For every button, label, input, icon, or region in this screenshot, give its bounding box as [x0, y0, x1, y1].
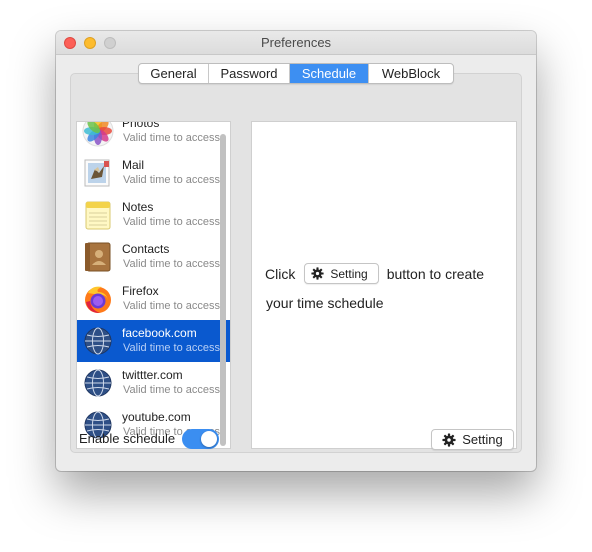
- inline-setting-label: Setting: [330, 266, 368, 281]
- gear-icon: [442, 432, 456, 447]
- contacts-icon: [85, 242, 111, 272]
- globe-icon: [84, 369, 112, 397]
- firefox-icon: [85, 286, 111, 313]
- toggle-knob: [201, 431, 217, 447]
- list-item-name: Contacts: [122, 242, 170, 256]
- list-item-name: Photos: [122, 121, 160, 130]
- gear-icon: [311, 267, 324, 280]
- list-item-subtitle: Valid time to access: [123, 132, 221, 144]
- tab-webblock[interactable]: WebBlock: [369, 64, 453, 83]
- list-item-subtitle: Valid time to access: [123, 258, 221, 270]
- list-item-facebook[interactable]: facebook.com Valid time to access: [77, 320, 230, 362]
- instruction-line: Click Setting button to create: [265, 263, 484, 284]
- list-item-name: Notes: [122, 200, 154, 214]
- globe-icon: [84, 327, 112, 355]
- app-list-content: Photos Valid time to access Mail Valid t…: [77, 121, 230, 446]
- instruction-line-2: your time schedule: [266, 295, 384, 311]
- mail-icon: [84, 159, 110, 187]
- photos-icon: [82, 122, 114, 147]
- enable-schedule-label: Enable schedule: [79, 431, 176, 446]
- schedule-detail-pane: Click Setting button to create your time…: [251, 121, 517, 449]
- tab-general[interactable]: General: [139, 64, 209, 83]
- list-item-name: twittter.com: [122, 368, 183, 382]
- list-item-firefox[interactable]: Firefox Valid time to access: [77, 278, 230, 320]
- preferences-window: Preferences General Password Schedule We…: [56, 31, 536, 471]
- list-item-contacts[interactable]: Contacts Valid time to access: [77, 236, 230, 278]
- list-item-subtitle: Valid time to access: [123, 384, 221, 396]
- tab-bar: General Password Schedule WebBlock: [138, 63, 454, 84]
- instruction-suffix: button to create: [386, 265, 484, 282]
- list-item-name: youtube.com: [122, 410, 191, 424]
- notes-icon: [85, 201, 111, 230]
- instruction-prefix: Click: [265, 265, 296, 282]
- enable-schedule-toggle[interactable]: [182, 429, 219, 449]
- inline-setting-button: Setting: [304, 263, 379, 284]
- app-list: Photos Valid time to access Mail Valid t…: [76, 121, 231, 449]
- list-item-photos[interactable]: Photos Valid time to access: [77, 121, 230, 152]
- list-item-name: Firefox: [122, 284, 159, 298]
- list-item-subtitle: Valid time to access: [123, 300, 221, 312]
- setting-button[interactable]: Setting: [431, 429, 514, 450]
- tab-schedule[interactable]: Schedule: [290, 64, 369, 83]
- list-item-name: Mail: [122, 158, 145, 172]
- setting-button-label: Setting: [462, 432, 503, 447]
- list-item-name: facebook.com: [122, 326, 197, 340]
- list-item-twitter[interactable]: twittter.com Valid time to access: [77, 362, 230, 404]
- list-item-subtitle: Valid time to access: [123, 342, 221, 354]
- window-title: Preferences: [260, 35, 332, 50]
- title-bar: Preferences: [56, 31, 536, 55]
- list-item-notes[interactable]: Notes Valid time to access: [77, 194, 230, 236]
- tab-password[interactable]: Password: [209, 64, 290, 83]
- list-item-subtitle: Valid time to access: [123, 216, 221, 228]
- list-item-subtitle: Valid time to access: [123, 174, 221, 186]
- list-item-mail[interactable]: Mail Valid time to access: [77, 152, 230, 194]
- list-scrollbar[interactable]: [220, 134, 226, 446]
